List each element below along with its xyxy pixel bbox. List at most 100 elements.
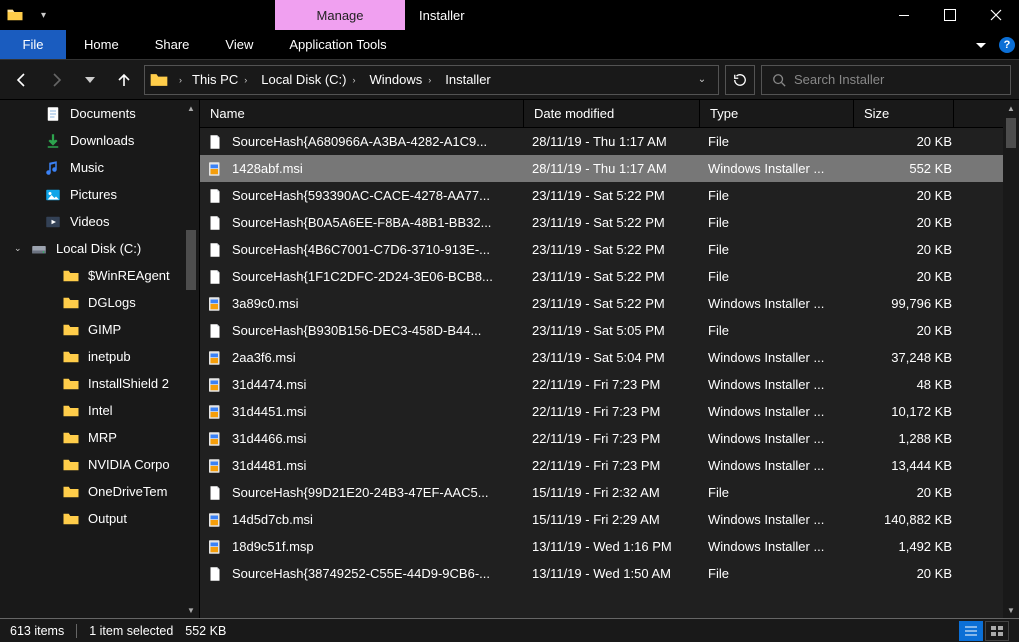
file-row[interactable]: 1428abf.msi28/11/19 - Thu 1:17 AMWindows… (200, 155, 1019, 182)
up-button[interactable] (110, 66, 138, 94)
nav-subfolder[interactable]: Intel (0, 397, 199, 424)
file-row[interactable]: SourceHash{38749252-C55E-44D9-9CB6-...13… (200, 560, 1019, 587)
file-row[interactable]: 31d4451.msi22/11/19 - Fri 7:23 PMWindows… (200, 398, 1019, 425)
file-date: 22/11/19 - Fri 7:23 PM (532, 404, 708, 419)
file-name: 2aa3f6.msi (232, 350, 532, 365)
nav-item-downloads[interactable]: Downloads (0, 127, 199, 154)
search-icon (772, 73, 786, 87)
nav-item-pictures[interactable]: Pictures (0, 181, 199, 208)
tab-home[interactable]: Home (66, 30, 137, 59)
nav-subfolder[interactable]: NVIDIA Corpo (0, 451, 199, 478)
file-date: 22/11/19 - Fri 7:23 PM (532, 458, 708, 473)
search-placeholder: Search Installer (794, 72, 884, 87)
nav-subfolder[interactable]: GIMP (0, 316, 199, 343)
file-type: File (708, 215, 860, 230)
nav-item-label: $WinREAgent (88, 268, 170, 283)
file-date: 23/11/19 - Sat 5:22 PM (532, 269, 708, 284)
file-row[interactable]: 3a89c0.msi23/11/19 - Sat 5:22 PMWindows … (200, 290, 1019, 317)
nav-item-videos[interactable]: Videos (0, 208, 199, 235)
maximize-button[interactable] (927, 0, 973, 30)
breadcrumb[interactable]: Windows› (363, 66, 437, 94)
context-tab-header[interactable]: Manage (275, 0, 405, 30)
forward-button[interactable] (42, 66, 70, 94)
nav-item-music[interactable]: Music (0, 154, 199, 181)
tab-application-tools[interactable]: Application Tools (271, 30, 404, 59)
nav-item-local-disk-c[interactable]: ⌄Local Disk (C:) (0, 235, 199, 262)
quick-access-toolbar: ▾ (0, 0, 65, 30)
file-row[interactable]: 31d4474.msi22/11/19 - Fri 7:23 PMWindows… (200, 371, 1019, 398)
file-row[interactable]: 31d4466.msi22/11/19 - Fri 7:23 PMWindows… (200, 425, 1019, 452)
refresh-button[interactable] (725, 65, 755, 95)
nav-subfolder[interactable]: $WinREAgent (0, 262, 199, 289)
nav-subfolder[interactable]: OneDriveTem (0, 478, 199, 505)
file-row[interactable]: 14d5d7cb.msi15/11/19 - Fri 2:29 AMWindow… (200, 506, 1019, 533)
file-row[interactable]: SourceHash{4B6C7001-C7D6-3710-913E-...23… (200, 236, 1019, 263)
file-row[interactable]: SourceHash{1F1C2DFC-2D24-3E06-BCB8...23/… (200, 263, 1019, 290)
file-type: Windows Installer ... (708, 161, 860, 176)
file-name: SourceHash{99D21E20-24B3-47EF-AAC5... (232, 485, 532, 500)
address-history-button[interactable]: ⌄ (690, 74, 714, 85)
file-name: 14d5d7cb.msi (232, 512, 532, 527)
file-row[interactable]: SourceHash{99D21E20-24B3-47EF-AAC5...15/… (200, 479, 1019, 506)
file-size: 99,796 KB (860, 296, 952, 311)
tab-view[interactable]: View (207, 30, 271, 59)
window-controls (881, 0, 1019, 30)
file-row[interactable]: 2aa3f6.msi23/11/19 - Sat 5:04 PMWindows … (200, 344, 1019, 371)
filelist-scrollbar[interactable] (1003, 100, 1019, 618)
nav-item-documents[interactable]: Documents (0, 100, 199, 127)
scrollbar-thumb[interactable] (1006, 118, 1016, 148)
file-tab[interactable]: File (0, 30, 66, 59)
breadcrumb[interactable]: Local Disk (C:)› (255, 66, 361, 94)
column-name[interactable]: Name (200, 100, 524, 127)
file-type: Windows Installer ... (708, 377, 860, 392)
column-type[interactable]: Type (700, 100, 854, 127)
details-view-button[interactable] (959, 621, 983, 641)
column-date[interactable]: Date modified (524, 100, 700, 127)
minimize-button[interactable] (881, 0, 927, 30)
nav-subfolder[interactable]: inetpub (0, 343, 199, 370)
thumbnails-view-button[interactable] (985, 621, 1009, 641)
file-size: 20 KB (860, 566, 952, 581)
nav-subfolder[interactable]: MRP (0, 424, 199, 451)
breadcrumb[interactable]: This PC› (186, 66, 253, 94)
recent-locations-button[interactable] (76, 66, 104, 94)
file-size: 13,444 KB (860, 458, 952, 473)
file-name: SourceHash{B0A5A6EE-F8BA-48B1-BB32... (232, 215, 532, 230)
file-row[interactable]: 31d4481.msi22/11/19 - Fri 7:23 PMWindows… (200, 452, 1019, 479)
ribbon-expand-button[interactable] (967, 30, 995, 59)
qat-menu-icon[interactable]: ▾ (41, 10, 46, 21)
scroll-down-icon[interactable]: ▼ (183, 602, 199, 618)
expand-toggle-icon[interactable]: ⌄ (14, 243, 22, 254)
file-row[interactable]: SourceHash{A680966A-A3BA-4282-A1C9...28/… (200, 128, 1019, 155)
back-button[interactable] (8, 66, 36, 94)
file-date: 23/11/19 - Sat 5:05 PM (532, 323, 708, 338)
column-headers: Name Date modified Type Size (200, 100, 1019, 128)
scrollbar-thumb[interactable] (186, 230, 196, 290)
file-date: 15/11/19 - Fri 2:32 AM (532, 485, 708, 500)
nav-subfolder[interactable]: DGLogs (0, 289, 199, 316)
scroll-up-icon[interactable]: ▲ (1003, 100, 1019, 116)
nav-subfolder[interactable]: InstallShield 2 (0, 370, 199, 397)
nav-item-label: Documents (70, 106, 136, 121)
scroll-up-icon[interactable]: ▲ (183, 100, 199, 116)
nav-item-label: Downloads (70, 133, 134, 148)
breadcrumb[interactable]: Installer (439, 66, 497, 94)
address-bar[interactable]: › This PC› Local Disk (C:)› Windows› Ins… (144, 65, 719, 95)
nav-subfolder[interactable]: Output (0, 505, 199, 532)
tab-share[interactable]: Share (137, 30, 208, 59)
nav-item-label: InstallShield 2 (88, 376, 169, 391)
file-name: 1428abf.msi (232, 161, 532, 176)
file-row[interactable]: 18d9c51f.msp13/11/19 - Wed 1:16 PMWindow… (200, 533, 1019, 560)
file-row[interactable]: SourceHash{593390AC-CACE-4278-AA77...23/… (200, 182, 1019, 209)
file-row[interactable]: SourceHash{B930B156-DEC3-458D-B44...23/1… (200, 317, 1019, 344)
column-size[interactable]: Size (854, 100, 954, 127)
file-type: Windows Installer ... (708, 431, 860, 446)
close-button[interactable] (973, 0, 1019, 30)
file-name: 18d9c51f.msp (232, 539, 532, 554)
search-box[interactable]: Search Installer (761, 65, 1011, 95)
file-size: 20 KB (860, 323, 952, 338)
file-row[interactable]: SourceHash{B0A5A6EE-F8BA-48B1-BB32...23/… (200, 209, 1019, 236)
scroll-down-icon[interactable]: ▼ (1003, 602, 1019, 618)
navpane-scrollbar[interactable] (183, 100, 199, 618)
help-button[interactable]: ? (995, 30, 1019, 59)
